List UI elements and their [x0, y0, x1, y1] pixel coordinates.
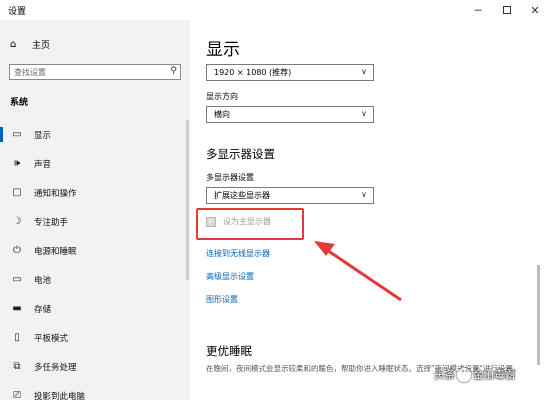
- watermark: 头条 金山毒霸: [434, 367, 515, 382]
- annotation-arrow: [314, 241, 402, 302]
- watermark-suffix: 金山毒霸: [473, 369, 515, 381]
- watermark-logo-icon: [457, 367, 471, 382]
- watermark-prefix: 头条: [434, 369, 455, 381]
- settings-window: 设置 ─ ✕ ⌂ 主页 ⚲ 系统 ▭ 显示 🕪 声音: [0, 0, 548, 402]
